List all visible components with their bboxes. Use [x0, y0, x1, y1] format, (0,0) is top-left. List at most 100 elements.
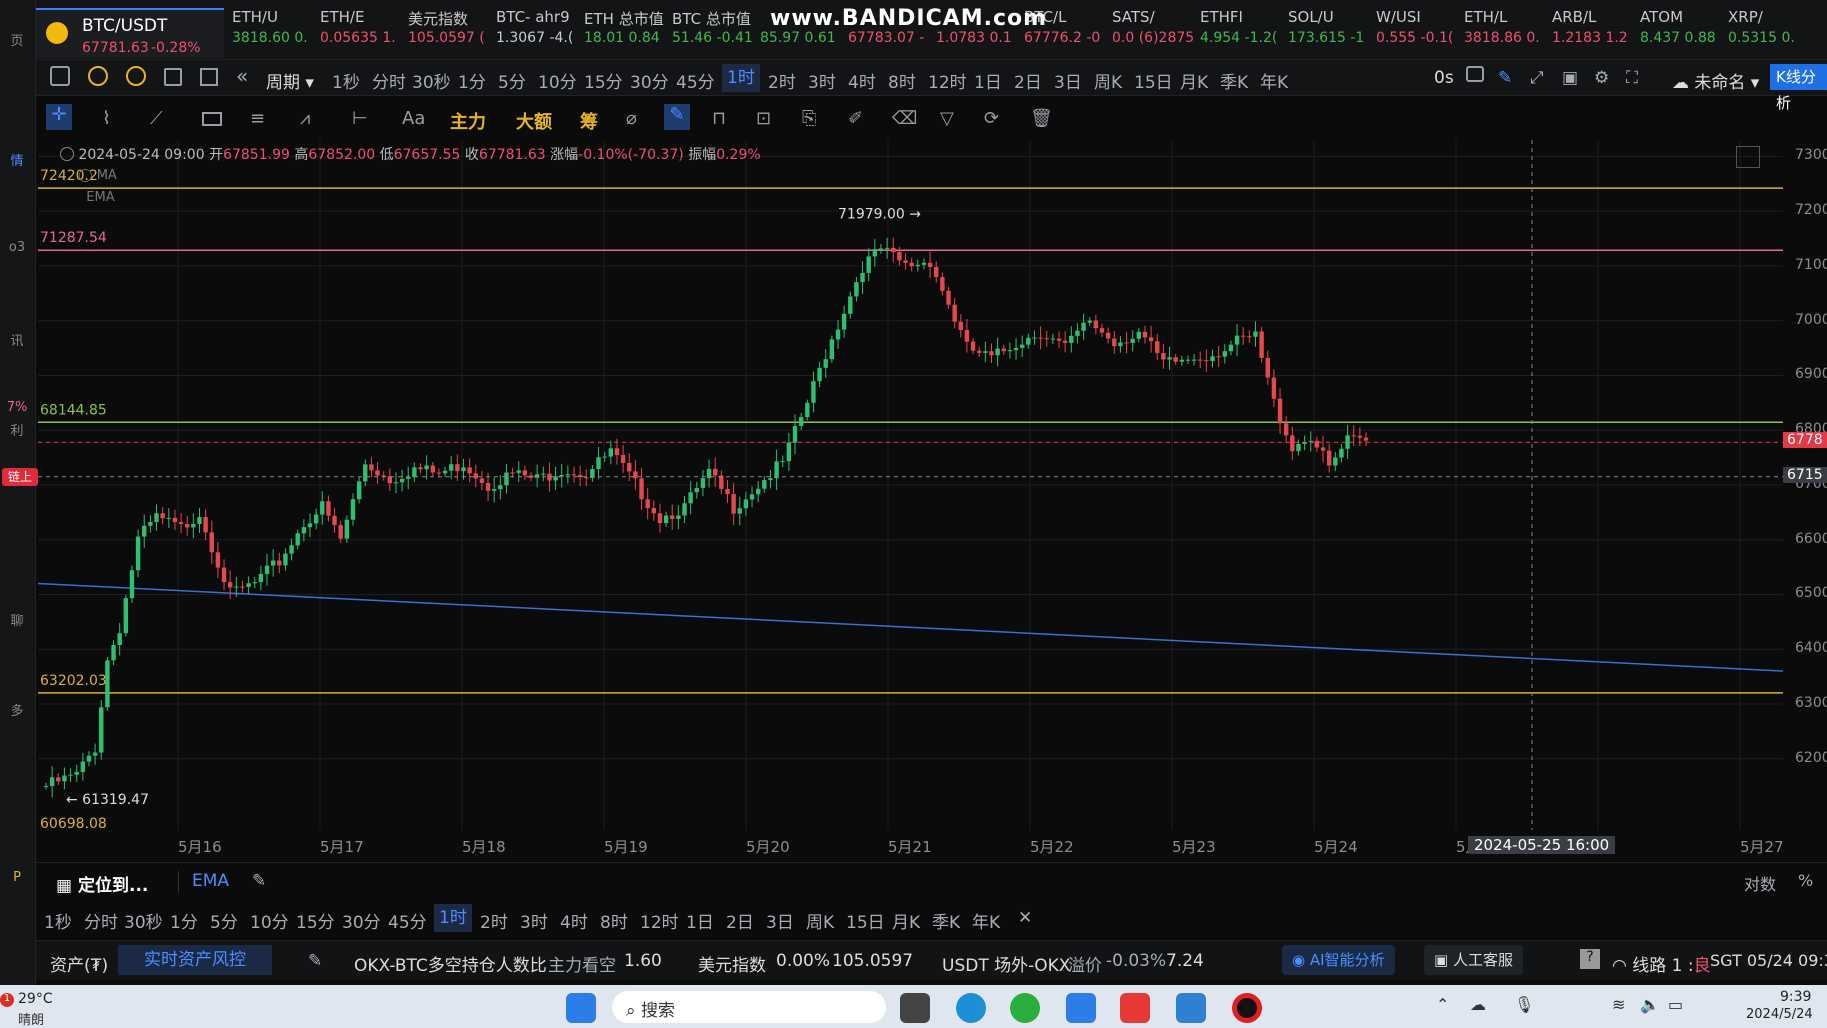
period-4[interactable]: 5分 — [210, 908, 238, 933]
period-18[interactable]: 周K — [1094, 68, 1122, 93]
period-17[interactable]: 3日 — [766, 908, 794, 933]
filter-icon[interactable]: ▽ — [940, 108, 954, 129]
rail-item-more[interactable]: 多 — [2, 700, 32, 730]
period-16[interactable]: 2日 — [726, 908, 754, 933]
period-13[interactable]: 8时 — [600, 908, 628, 933]
mic-icon[interactable]: 🎙 — [1514, 995, 1534, 1014]
period-22[interactable]: 年K — [972, 908, 1000, 933]
period-9[interactable]: 1时 — [722, 64, 760, 92]
ma-indicator-label[interactable]: ◯ MA — [78, 168, 117, 183]
network-line[interactable]: ◠ 线路 1 :良 — [1612, 951, 1711, 976]
k-analysis-button[interactable]: K线分析 — [1770, 64, 1827, 112]
text-tool[interactable]: Aa — [402, 108, 425, 129]
period-dropdown[interactable]: 周期 ▾ — [266, 68, 314, 93]
period-11[interactable]: 3时 — [520, 908, 548, 933]
tray-chevron-icon[interactable]: ⌃ — [1436, 995, 1449, 1014]
collapse-icon[interactable] — [60, 147, 74, 161]
period-8[interactable]: 45分 — [676, 68, 715, 93]
fullscreen-icon[interactable]: ⛶ — [1626, 68, 1638, 88]
line-tool-icon[interactable]: ⌇ — [102, 108, 111, 129]
photos-icon[interactable] — [1176, 993, 1206, 1023]
period-15[interactable]: 1日 — [974, 68, 1002, 93]
volume-icon[interactable]: 🔈 — [1640, 995, 1660, 1014]
help-icon[interactable]: ? — [1580, 949, 1600, 969]
period-10[interactable]: 2时 — [480, 908, 508, 933]
ticker-item[interactable]: ETH/L 3818.86 0. — [1464, 8, 1546, 56]
period-10[interactable]: 2时 — [768, 68, 796, 93]
locate-button[interactable]: ▦ 定位到... — [56, 871, 148, 896]
period-20[interactable]: 月K — [892, 908, 920, 933]
period-3[interactable]: 1分 — [170, 908, 198, 933]
period-1[interactable]: 分时 — [372, 68, 406, 93]
customer-service-button[interactable]: ▣ 人工客服 — [1424, 945, 1523, 975]
wps-icon[interactable] — [1120, 993, 1150, 1023]
period-0[interactable]: 1秒 — [332, 68, 360, 93]
ticker-item[interactable]: XRP/0.5315 0. — [1728, 8, 1810, 56]
period-17[interactable]: 3日 — [1054, 68, 1082, 93]
ticker-item[interactable]: ATOM 8.437 0.88 — [1640, 8, 1722, 56]
calendar-icon[interactable] — [164, 68, 182, 86]
rail-item-market[interactable]: 情 — [2, 150, 32, 180]
ticker-item[interactable]: ETH/E 0.05635 1. — [320, 8, 402, 56]
period-14[interactable]: 12时 — [928, 68, 967, 93]
main-force-button[interactable]: 主力 — [450, 108, 486, 134]
save-icon[interactable]: ▣ — [1562, 68, 1578, 88]
task-view-icon[interactable] — [900, 993, 930, 1023]
edit-indicator-icon[interactable]: ✎ — [252, 871, 266, 891]
weather-text[interactable]: 晴朗 — [18, 1009, 44, 1028]
magnet-icon[interactable]: ⊓ — [712, 108, 726, 129]
pen-icon[interactable]: ✎ — [1498, 68, 1512, 88]
camera-icon[interactable] — [1466, 66, 1484, 82]
chart-type-icon[interactable] — [50, 66, 70, 86]
period-12[interactable]: 4时 — [848, 68, 876, 93]
edit-icon[interactable]: ✎ — [308, 951, 322, 971]
period-2[interactable]: 30秒 — [124, 908, 163, 933]
period-6[interactable]: 15分 — [584, 68, 623, 93]
alert-icon[interactable] — [126, 66, 146, 86]
wifi-icon[interactable]: ≋ — [1612, 995, 1625, 1014]
rail-item-p[interactable]: P — [2, 870, 32, 900]
rail-item-profit[interactable]: 利 — [2, 420, 32, 450]
taskbar-search[interactable]: ⌕ 搜索 — [612, 991, 886, 1023]
period-13[interactable]: 8时 — [888, 68, 916, 93]
edge-icon[interactable] — [956, 993, 986, 1023]
period-5[interactable]: 10分 — [538, 68, 577, 93]
ticker-item[interactable]: ETH/U 3818.60 0. — [232, 8, 314, 56]
settings-icon[interactable]: ⚙ — [1594, 68, 1609, 88]
ticker-item[interactable]: BTC 总市值 51.46 -0.41 — [672, 8, 754, 56]
period-1[interactable]: 分时 — [84, 908, 118, 933]
period-21[interactable]: 季K — [932, 908, 960, 933]
rect-tool-icon[interactable] — [202, 112, 222, 126]
period-6[interactable]: 15分 — [296, 908, 335, 933]
ticker-item[interactable]: SOL/U 173.615 -1 — [1288, 8, 1370, 56]
ticker-item[interactable]: ETHFI 4.954 -1.2( — [1200, 8, 1282, 56]
period-22[interactable]: 年K — [1260, 68, 1288, 93]
minimize-chart-icon[interactable] — [1736, 146, 1760, 168]
indicator-icon[interactable] — [88, 66, 108, 86]
period-20[interactable]: 月K — [1180, 68, 1208, 93]
expand-icon[interactable]: ⤢ — [1530, 68, 1544, 88]
rewind-icon[interactable]: « — [236, 64, 248, 88]
period-21[interactable]: 季K — [1220, 68, 1248, 93]
period-12[interactable]: 4时 — [560, 908, 588, 933]
rail-item-news[interactable]: 讯 — [2, 330, 32, 360]
main-ticker-tab[interactable]: BTC/USDT 67781.63 -0.28% — [36, 8, 224, 58]
period-14[interactable]: 12时 — [640, 908, 679, 933]
cloud-icon[interactable]: ☁ — [1470, 995, 1486, 1014]
edit-icon[interactable]: ✐ — [848, 108, 863, 129]
ticker-item[interactable]: 美元指数 105.0597 ( — [408, 8, 490, 56]
eraser-icon[interactable]: ⌫ — [892, 108, 917, 129]
ema-tab[interactable]: EMA — [178, 871, 229, 891]
big-order-button[interactable]: 大额 — [516, 108, 552, 134]
ticker-item[interactable]: ARB/L 1.2183 1.2 — [1552, 8, 1634, 56]
battery-icon[interactable]: ▭ — [1668, 995, 1683, 1014]
ticker-item[interactable]: ETH 总市值 18.01 0.84 — [584, 8, 666, 56]
assets-label[interactable]: 资产(₮) — [50, 951, 108, 976]
price-chart[interactable]: 72420.271287.5468144.8563202.0371979.00 … — [38, 140, 1783, 830]
period-18[interactable]: 周K — [806, 908, 834, 933]
ema-indicator-label[interactable]: EMA — [78, 190, 114, 205]
measure-tool-icon[interactable]: ⊢ — [352, 108, 368, 129]
period-19[interactable]: 15日 — [846, 908, 885, 933]
rail-item-o3[interactable]: o3 — [2, 240, 32, 270]
period-9[interactable]: 1时 — [434, 904, 472, 932]
